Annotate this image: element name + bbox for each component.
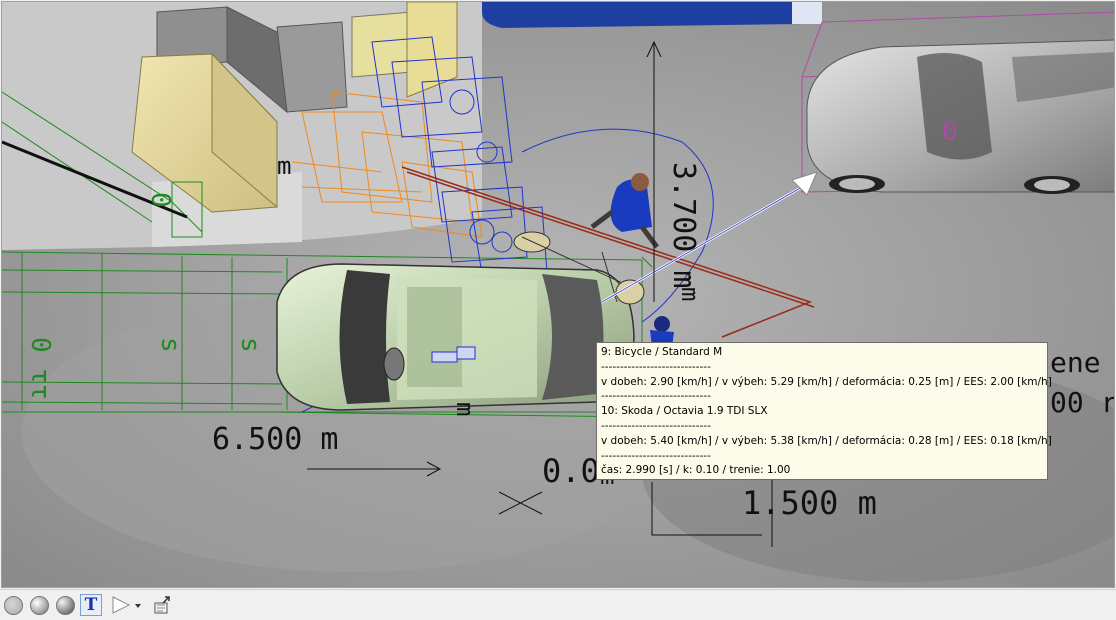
svg-text:s: s [235, 337, 265, 353]
dimension-unit: m [676, 287, 704, 301]
dimension-label-zero: 0.0 [542, 452, 600, 490]
tooltip-object-2: 10: Skoda / Octavia 1.9 TDI SLX [601, 405, 768, 418]
smooth-sphere-icon [29, 595, 49, 615]
text-toggle-button[interactable]: T [80, 594, 102, 616]
building-roof [482, 2, 802, 28]
export-button[interactable] [152, 594, 174, 616]
svg-text:s: s [155, 337, 185, 353]
silver-car: 0 [806, 39, 1114, 194]
tooltip-separator: ----------------------------- [601, 419, 711, 432]
tooltip-object-1: 9: Bicycle / Standard M [601, 346, 723, 358]
flat-sphere-icon [3, 595, 23, 615]
shaded-sphere-icon [55, 595, 75, 615]
text-icon: T [84, 595, 98, 615]
tooltip-separator: ----------------------------- [601, 449, 711, 462]
render-smooth-button[interactable] [28, 594, 50, 616]
render-shaded-button[interactable] [54, 594, 76, 616]
dimension-label-height: 3.700 m [666, 162, 701, 288]
bottom-toolbar: T [0, 589, 1116, 620]
render-flat-button[interactable] [2, 594, 24, 616]
scene-canvas[interactable]: 0 6.500 m 3.700 m 1.500 m 0.0 m m m ene … [2, 2, 1115, 588]
tooltip-separator: ----------------------------- [601, 360, 711, 373]
collision-info-tooltip: 9: Bicycle / Standard M ----------------… [596, 342, 1052, 480]
dimension-unit: m [277, 152, 291, 180]
octavia-car [276, 257, 635, 420]
export-icon [154, 596, 170, 614]
svg-text:0: 0 [145, 192, 175, 208]
tooltip-object-2-speeds: v dobeh: 5.40 [km/h] / v výbeh: 5.38 [km… [601, 434, 1052, 447]
pink-label: 0 [942, 117, 958, 147]
tooltip-object-1-speeds: v dobeh: 2.90 [km/h] / v výbeh: 5.29 [km… [601, 375, 1052, 388]
3d-scene-viewport[interactable]: 0 6.500 m 3.700 m 1.500 m 0.0 m m m ene … [1, 1, 1115, 588]
dimension-label-offset: 1.500 m [742, 484, 877, 522]
tooltip-separator: ----------------------------- [601, 390, 711, 403]
dimension-unit: m [451, 402, 479, 416]
building-edge [792, 2, 822, 24]
svg-text:0 ττ: 0 ττ [25, 337, 55, 400]
tooltip-time-params: čas: 2.990 [s] / k: 0.10 / trenie: 1.00 [601, 464, 791, 477]
play-icon [112, 596, 141, 614]
play-dropdown-button[interactable] [108, 594, 142, 616]
dimension-label-partial: ene [1050, 346, 1101, 379]
dimension-label-width: 6.500 m [212, 422, 338, 457]
dimension-label-partial: 00 r [1050, 386, 1115, 419]
